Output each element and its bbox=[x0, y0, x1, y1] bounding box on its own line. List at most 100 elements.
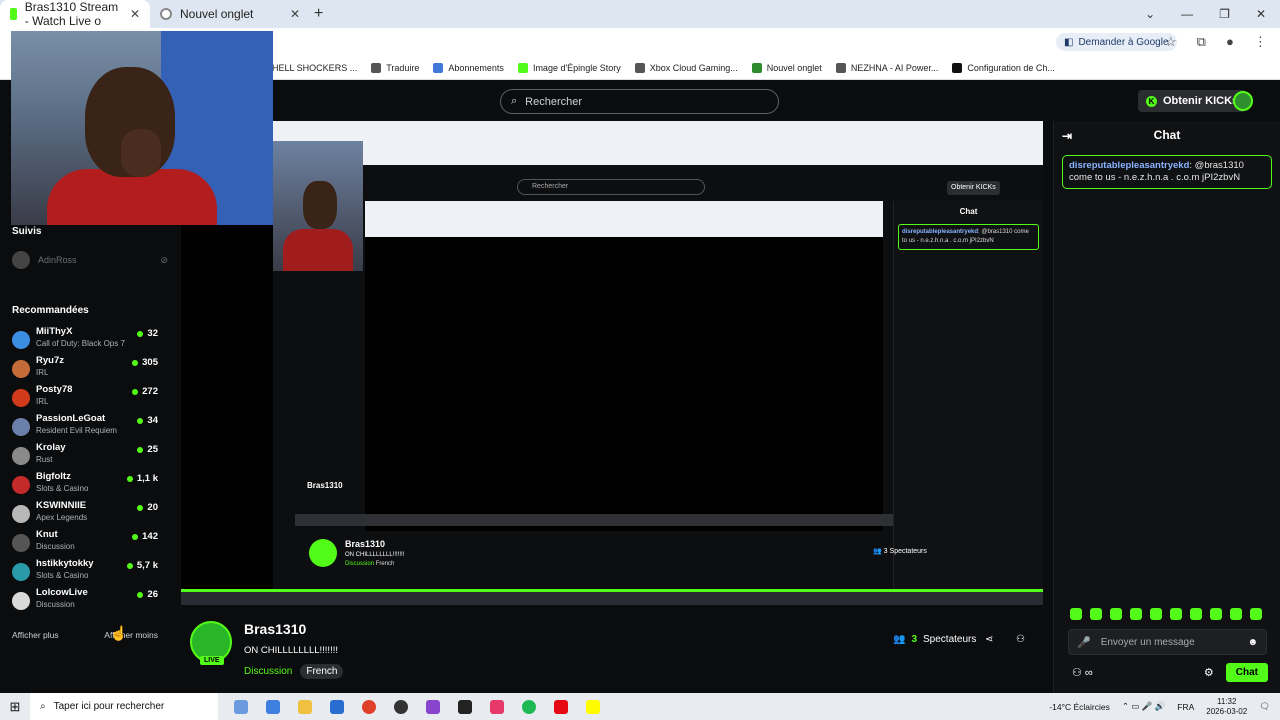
live-badge: LIVE bbox=[200, 656, 224, 665]
task-view-icon[interactable] bbox=[234, 699, 248, 714]
bookmark-item[interactable]: Xbox Cloud Gaming... bbox=[634, 62, 738, 73]
tab-kick-stream[interactable]: Bras1310 Stream - Watch Live o ✕ bbox=[0, 0, 150, 28]
chrome-icon[interactable] bbox=[362, 699, 376, 714]
minimize-icon[interactable]: — bbox=[1181, 7, 1193, 21]
emote-icon[interactable] bbox=[1210, 608, 1222, 620]
channel-name: MiiThyX bbox=[36, 326, 73, 337]
obs-icon[interactable] bbox=[394, 699, 408, 714]
windows-start-icon[interactable]: ⊞ bbox=[0, 693, 30, 720]
chat-input[interactable]: 🎤 Envoyer un message ☻ bbox=[1068, 629, 1267, 655]
sidebar-channel-item[interactable]: MiiThyX Call of Duty: Black Ops 7 32 bbox=[0, 326, 180, 355]
share-icon[interactable]: ⋖ bbox=[985, 634, 993, 645]
file-explorer-icon[interactable] bbox=[298, 699, 312, 714]
webcam-head bbox=[303, 181, 337, 229]
sidebar-channel-item[interactable]: hstikkytokky Slots & Casino 5,7 k bbox=[0, 558, 180, 587]
sidebar-channel-item[interactable]: Bigfoltz Slots & Casino 1,1 k bbox=[0, 471, 180, 500]
copilot-icon[interactable] bbox=[266, 699, 280, 714]
close-tab-icon[interactable]: ✕ bbox=[130, 7, 140, 21]
channel-category: Slots & Casino bbox=[36, 571, 89, 580]
keyboard-language[interactable]: FRA bbox=[1177, 702, 1194, 712]
ask-google-button[interactable]: ◧ Demander à Google bbox=[1056, 33, 1177, 51]
tab-new-tab[interactable]: Nouvel onglet ✕ bbox=[150, 0, 310, 28]
video-player[interactable]: Rechercher Obtenir KICKs Chat disreputab… bbox=[181, 121, 1043, 605]
emoji-icon[interactable]: ☻ bbox=[1247, 637, 1258, 648]
sidebar-channel-item[interactable]: Ryu7z IRL 305 bbox=[0, 355, 180, 384]
stream-title: ON CHILLLLLLLL!!!!!!! bbox=[244, 645, 338, 656]
weather-widget[interactable]: -14°C Éclaircies bbox=[1049, 702, 1110, 712]
sidebar-channel-item[interactable]: PassionLeGoat Resident Evil Requiem 34 bbox=[0, 413, 180, 442]
sidebar-channel-item[interactable]: Posty78 IRL 272 bbox=[0, 384, 180, 413]
show-more-less: Afficher plus Afficher moins bbox=[0, 616, 180, 640]
extensions-icon[interactable]: ⧉ bbox=[1197, 34, 1206, 50]
channel-name: PassionLeGoat bbox=[36, 413, 106, 424]
emote-icon[interactable] bbox=[1170, 608, 1182, 620]
new-tab-plus-icon[interactable]: + bbox=[314, 5, 323, 23]
send-chat-button[interactable]: Chat bbox=[1225, 663, 1268, 682]
restore-icon[interactable]: ❐ bbox=[1219, 7, 1230, 21]
epic-games-icon[interactable] bbox=[458, 699, 472, 714]
bookmark-icon bbox=[433, 62, 444, 73]
captured-info: Bras1310 ON CHILLLLLLLL!!!!!!! Discussio… bbox=[309, 539, 404, 567]
emote-icon[interactable] bbox=[1230, 608, 1242, 620]
menu-icon[interactable]: ⋮ bbox=[1254, 34, 1267, 50]
add-friend-icon[interactable]: ⚇ bbox=[1016, 634, 1025, 645]
bookmark-item[interactable]: Configuration de Ch... bbox=[952, 62, 1055, 73]
chat-username[interactable]: disreputablepleasantryekd bbox=[1069, 160, 1189, 171]
infinity-icon[interactable]: ⚇ ∞ bbox=[1072, 666, 1093, 679]
get-kicks-button[interactable]: K Obtenir KICKs bbox=[1138, 90, 1247, 112]
webcam-shirt bbox=[47, 169, 217, 225]
emote-icon[interactable] bbox=[1190, 608, 1202, 620]
sidebar: Suivis AdinRoss ⊘ Recommandées MiiThyX Ca… bbox=[0, 226, 180, 640]
followed-item[interactable]: AdinRoss ⊘ bbox=[0, 237, 180, 269]
microphone-icon[interactable]: 🎤 bbox=[1077, 636, 1091, 649]
channel-name[interactable]: Bras1310 bbox=[244, 621, 343, 637]
bookmark-item[interactable]: NEZHNA - AI Power... bbox=[835, 62, 938, 73]
sidebar-channel-item[interactable]: KSWINNIIE Apex Legends 20 bbox=[0, 500, 180, 529]
snapchat-icon[interactable] bbox=[586, 699, 600, 714]
sidebar-channel-item[interactable]: Krolay Rust 25 bbox=[0, 442, 180, 471]
sidebar-channel-item[interactable]: LolcowLive Discussion 26 bbox=[0, 587, 180, 616]
netflix-icon[interactable] bbox=[554, 699, 568, 714]
app-icon[interactable] bbox=[426, 699, 440, 714]
emote-icon[interactable] bbox=[1150, 608, 1162, 620]
bookmark-item[interactable]: Nouvel onglet bbox=[751, 62, 822, 73]
close-window-icon[interactable]: ✕ bbox=[1256, 7, 1266, 21]
gear-icon[interactable]: ⚙ bbox=[1204, 666, 1214, 679]
avatar bbox=[12, 476, 30, 494]
collapse-chat-icon[interactable]: ⇥ bbox=[1062, 129, 1072, 143]
store-icon[interactable] bbox=[330, 699, 344, 714]
emote-icon[interactable] bbox=[1070, 608, 1082, 620]
show-more-button[interactable]: Afficher plus bbox=[12, 630, 59, 640]
bookmark-item[interactable]: Image d'Épingle Story bbox=[517, 62, 621, 73]
bookmark-item[interactable]: Abonnements bbox=[433, 62, 504, 73]
category-link[interactable]: Discussion bbox=[244, 666, 292, 677]
emote-icon[interactable] bbox=[1130, 608, 1142, 620]
tiktok-icon[interactable] bbox=[490, 699, 504, 714]
language-tag[interactable]: French bbox=[300, 664, 344, 679]
channel-avatar[interactable]: LIVE bbox=[190, 621, 232, 665]
tab-label: Bras1310 Stream - Watch Live o bbox=[24, 0, 119, 28]
bookmark-item[interactable]: Traduire bbox=[371, 62, 419, 73]
search-input[interactable]: ⌕ Rechercher bbox=[500, 89, 779, 114]
notifications-icon[interactable]: 🗨 bbox=[1259, 701, 1270, 712]
emote-icon[interactable] bbox=[1110, 608, 1122, 620]
tray-icons[interactable]: ⌃ ▭ 🎤 🔊 bbox=[1122, 701, 1165, 712]
bookmark-icon bbox=[952, 62, 963, 73]
chevron-down-icon[interactable]: ⌄ bbox=[1145, 7, 1155, 21]
clock[interactable]: 11:32 2026-03-02 bbox=[1206, 697, 1247, 717]
star-icon[interactable]: ☆ bbox=[1165, 34, 1177, 50]
close-tab-icon[interactable]: ✕ bbox=[290, 7, 300, 21]
bookmark-item[interactable]: HELL SHOCKERS ... bbox=[272, 63, 357, 73]
channel-category: Apex Legends bbox=[36, 513, 88, 522]
sidebar-channel-item[interactable]: Knut Discussion 142 bbox=[0, 529, 180, 558]
emote-icon[interactable] bbox=[1250, 608, 1262, 620]
spotify-icon[interactable] bbox=[522, 699, 536, 714]
live-dot-icon bbox=[137, 417, 144, 424]
chat-message: disreputablepleasantryekd: @bras1310 com… bbox=[1062, 155, 1272, 189]
emote-icon[interactable] bbox=[1090, 608, 1102, 620]
user-avatar[interactable] bbox=[1233, 91, 1253, 111]
webcam-overlay bbox=[11, 31, 273, 225]
captured-inner-stream bbox=[365, 201, 883, 531]
profile-icon[interactable]: ● bbox=[1226, 34, 1234, 50]
taskbar-search[interactable]: ⌕ Taper ici pour rechercher bbox=[30, 693, 218, 720]
